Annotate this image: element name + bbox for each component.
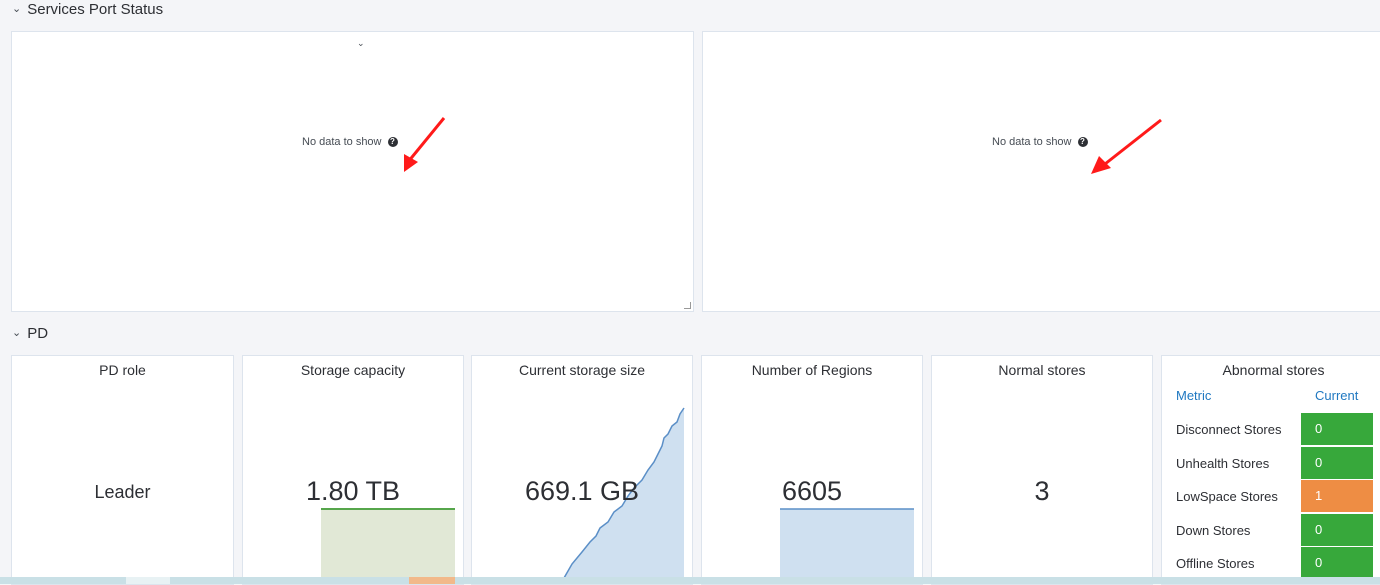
table-row: Down Stores 0 (1162, 513, 1380, 546)
chevron-down-icon[interactable]: ⌄ (357, 38, 365, 49)
current-value-cell: 0 (1301, 547, 1373, 579)
panel-normal-stores[interactable]: Normal stores 3 (931, 355, 1153, 585)
table-row: Offline Stores 0 (1162, 547, 1380, 579)
panel-title: PD role (99, 362, 146, 378)
table-row: Disconnect Stores 0 (1162, 413, 1380, 445)
current-value-cell: 0 (1301, 513, 1373, 546)
chevron-down-icon: ⌄ (12, 3, 22, 15)
metric-name: Offline Stores (1176, 556, 1255, 571)
services-panel-1[interactable]: ⌄ No data to show ? (11, 31, 694, 312)
stat-value: Leader (94, 482, 151, 502)
row-title: Services Port Status (27, 1, 164, 18)
stat-value: 1.80 TB (305, 476, 401, 506)
current-value-cell: 1 (1301, 480, 1373, 512)
red-arrow-annotation (1091, 118, 1162, 174)
panel-storage-capacity[interactable]: Storage capacity 1.80 TB (242, 355, 464, 585)
current-value-cell: 0 (1301, 413, 1373, 445)
stat-value: 669.1 GB (524, 476, 640, 506)
services-panel-2[interactable]: No data to show ? (702, 31, 1380, 312)
panel-pd-role[interactable]: PD role Leader (11, 355, 234, 585)
storage-sparkline (563, 407, 685, 584)
capacity-gauge-fill (321, 508, 455, 584)
no-data-text: No data to show (992, 136, 1072, 148)
row-header-services-port-status[interactable]: ⌄ Services Port Status (12, 1, 163, 18)
regions-sparkline (780, 508, 914, 584)
strip-segment-orange (409, 577, 455, 584)
no-data-text: No data to show (302, 136, 382, 148)
table-row: LowSpace Stores 1 (1162, 480, 1380, 512)
metric-name: LowSpace Stores (1176, 489, 1278, 504)
stat-value: 6605 (781, 476, 843, 506)
panel-number-of-regions[interactable]: Number of Regions 6605 (701, 355, 923, 585)
chevron-down-icon: ⌄ (12, 327, 22, 339)
stat-value: 3 (1034, 476, 1050, 506)
metric-name: Unhealth Stores (1176, 455, 1270, 471)
panel-abnormal-stores[interactable]: Abnormal stores Metric Current Disconnec… (1161, 355, 1380, 585)
current-value-cell: 0 (1301, 446, 1373, 479)
column-header-metric[interactable]: Metric (1176, 388, 1211, 403)
row-title: PD (27, 325, 49, 342)
resize-handle[interactable] (684, 302, 691, 309)
no-data-message: No data to show ? (302, 136, 398, 148)
red-arrow-annotation (404, 117, 446, 172)
bottom-strip (0, 577, 1380, 584)
panel-title: Normal stores (998, 362, 1086, 378)
panel-title: Abnormal stores (1222, 362, 1325, 378)
metric-name: Disconnect Stores (1176, 422, 1282, 437)
panel-current-storage-size[interactable]: Current storage size 669.1 GB (471, 355, 693, 585)
row-header-pd[interactable]: ⌄ PD (12, 325, 48, 342)
column-header-current[interactable]: Current (1315, 388, 1358, 403)
no-data-message: No data to show ? (992, 136, 1088, 148)
metric-name: Down Stores (1176, 522, 1251, 538)
table-row: Unhealth Stores 0 (1162, 446, 1380, 479)
strip-segment (126, 577, 170, 584)
table-header: Metric Current (1162, 388, 1380, 410)
